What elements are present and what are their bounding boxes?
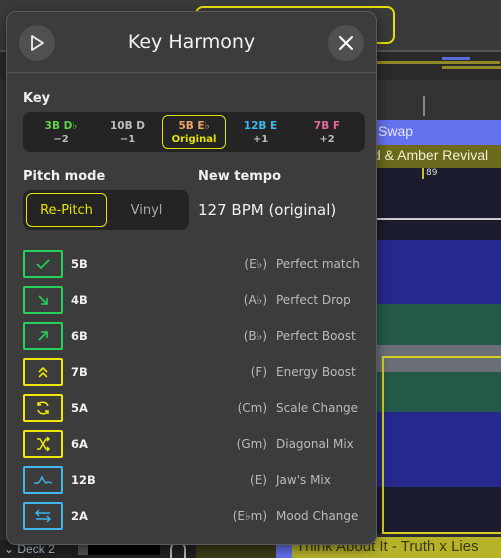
overview-marker: [370, 61, 500, 64]
suggestion-row[interactable]: 5B (E♭) Perfect match: [23, 246, 365, 282]
suggestion-code: 7B: [71, 365, 88, 379]
key-offset: −2: [53, 133, 69, 145]
suggestion-code: 12B: [71, 473, 96, 487]
suggestion-row[interactable]: 7B (F) Energy Boost: [23, 354, 365, 390]
suggestion-note: (F): [250, 365, 267, 379]
suggestion-code: 2A: [71, 509, 88, 523]
harmony-suggestions: 5B (E♭) Perfect match 4B (A♭) Perfect Dr…: [23, 246, 365, 534]
key-option[interactable]: 12B E +1: [229, 115, 293, 149]
suggestion-row[interactable]: 6B (B♭) Perfect Boost: [23, 318, 365, 354]
suggestion-row[interactable]: 4B (A♭) Perfect Drop: [23, 282, 365, 318]
lane-swap[interactable]: Swap: [376, 120, 501, 145]
suggestion-code: 6B: [71, 329, 88, 343]
suggestion-note: (E♭): [244, 257, 267, 271]
key-offset: −1: [119, 133, 136, 145]
vinyl-option[interactable]: Vinyl: [107, 193, 186, 227]
suggestion-code: 5A: [71, 401, 88, 415]
overview-position: [442, 57, 470, 60]
close-icon: [339, 36, 353, 50]
key-harmony-dialog: Key Harmony Key 3B D♭ −2 10B D −1 5B E♭ …: [6, 11, 377, 545]
key-option[interactable]: 3B D♭ −2: [29, 115, 93, 149]
suggestion-desc: Jaw's Mix: [276, 473, 331, 487]
pitch-mode-toggle: Re-Pitch Vinyl: [23, 190, 189, 230]
suggestion-code: 6A: [71, 437, 88, 451]
selection-region: [382, 356, 501, 534]
key-option-selected[interactable]: 5B E♭ Original: [162, 115, 226, 149]
key-offset: +1: [252, 133, 269, 145]
check-icon: [36, 259, 50, 270]
suggestion-note: (Gm): [236, 437, 267, 451]
suggestion-desc: Mood Change: [276, 509, 359, 523]
new-tempo-value: 127 BPM (original): [198, 201, 337, 219]
key-offset: Original: [171, 133, 217, 145]
timeline-tick: [423, 96, 425, 116]
key-label: Key: [23, 91, 51, 106]
waveform-band: [376, 240, 501, 305]
suggestion-note: (E): [250, 473, 267, 487]
arrow-up-right-icon: [38, 331, 48, 341]
suggestion-code: 5B: [71, 257, 88, 271]
arrow-down-right-icon: [38, 295, 48, 305]
tempo-line: [376, 218, 501, 220]
key-name: 3B D♭: [44, 119, 78, 132]
key-option[interactable]: 10B D −1: [96, 115, 160, 149]
suggestion-note: (Cm): [237, 401, 267, 415]
suggestion-row[interactable]: 6A (Gm) Diagonal Mix: [23, 426, 365, 462]
key-name: 7B F: [313, 119, 341, 132]
swap-arrows-icon: [35, 509, 51, 523]
overview-marker: [442, 66, 501, 69]
key-selector: 3B D♭ −2 10B D −1 5B E♭ Original 12B E +…: [23, 112, 365, 152]
suggestion-note: (B♭): [243, 329, 267, 343]
shuffle-icon: [37, 436, 51, 452]
suggestion-desc: Diagonal Mix: [276, 437, 354, 451]
suggestion-note: (A♭): [243, 293, 267, 307]
lane-track[interactable]: d & Amber Revival: [376, 145, 501, 168]
suggestion-desc: Perfect Drop: [276, 293, 351, 307]
key-name: 12B E: [243, 119, 278, 132]
dialog-title: Key Harmony: [127, 31, 256, 53]
beat-marker: 89: [421, 168, 438, 179]
double-chevron-up-icon: [38, 366, 48, 378]
key-offset: +2: [319, 133, 335, 145]
suggestion-desc: Perfect match: [276, 257, 360, 271]
suggestion-row[interactable]: 12B (E) Jaw's Mix: [23, 462, 365, 498]
close-button[interactable]: [328, 25, 364, 61]
suggestion-row[interactable]: 2A (E♭m) Mood Change: [23, 498, 365, 534]
wave-icon: [34, 475, 53, 484]
suggestion-desc: Energy Boost: [276, 365, 356, 379]
suggestion-code: 4B: [71, 293, 88, 307]
key-name: 10B D: [110, 119, 145, 132]
key-name: 5B E♭: [178, 119, 210, 132]
refresh-icon: [37, 401, 49, 415]
key-option[interactable]: 7B F +2: [295, 115, 359, 149]
volume-fader[interactable]: [78, 545, 160, 555]
suggestion-row[interactable]: 5A (Cm) Scale Change: [23, 390, 365, 426]
suggestion-desc: Scale Change: [276, 401, 359, 415]
suggestion-note: (E♭m): [232, 509, 267, 523]
re-pitch-option[interactable]: Re-Pitch: [26, 193, 107, 227]
waveform-band: [376, 304, 501, 346]
suggestion-desc: Perfect Boost: [276, 329, 356, 343]
pitch-mode-label: Pitch mode: [23, 169, 106, 184]
dialog-header: Key Harmony: [7, 12, 376, 73]
new-tempo-label: New tempo: [198, 169, 282, 184]
